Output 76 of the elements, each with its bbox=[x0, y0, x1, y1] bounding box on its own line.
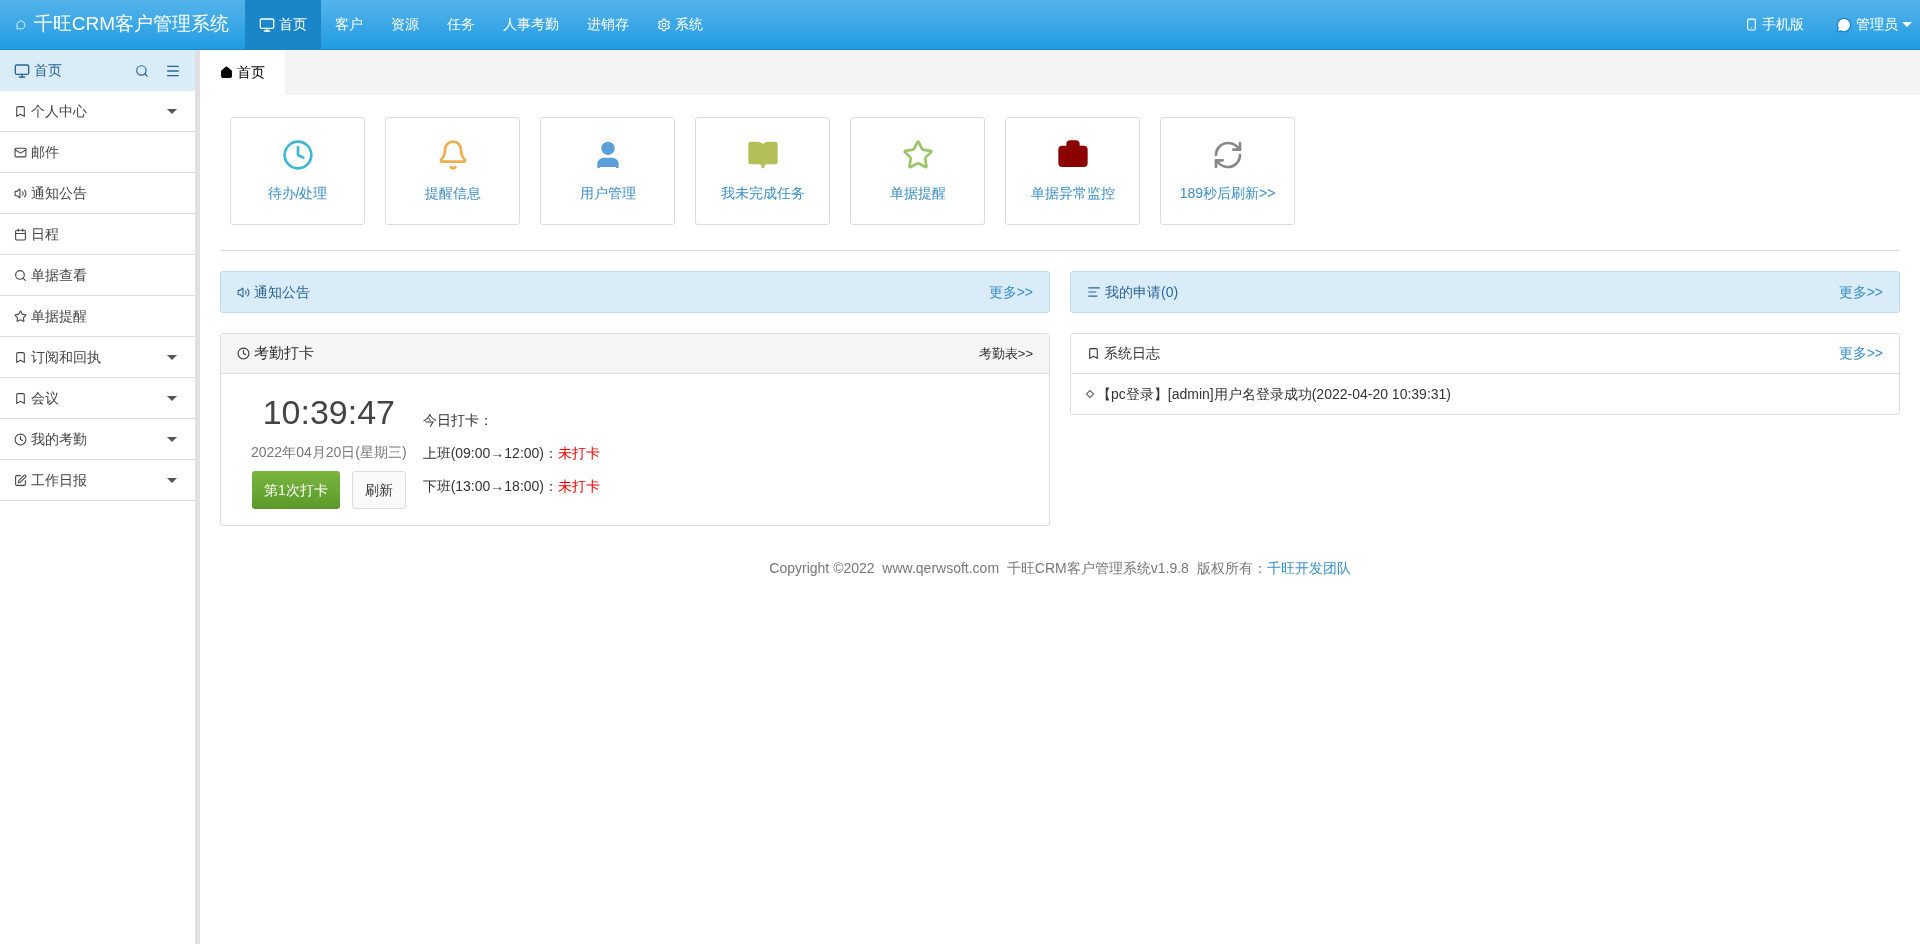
sidebar-item[interactable]: 日程 bbox=[0, 214, 195, 255]
app-title: 千旺CRM客户管理系统 bbox=[33, 12, 229, 37]
shift-label: 上班(09:00→12:00)： bbox=[422, 444, 559, 463]
nav-tab[interactable]: 系统 bbox=[643, 0, 717, 49]
sidebar-item[interactable]: 会议 bbox=[0, 378, 195, 419]
clock-time: 10:39:47 bbox=[262, 392, 395, 433]
date-text: 2022年04月20日(星期三) bbox=[251, 443, 407, 462]
shortcut-card[interactable]: 单据异常监控 bbox=[1005, 117, 1140, 225]
shift-label: 下班(13:00→18:00)： bbox=[422, 477, 559, 496]
copyright-text: Copyright ©2022 www.qerwsoft.com 千旺CRM客户管理系统v1.9.8 版权所有： bbox=[769, 559, 1267, 578]
search-icon bbox=[14, 268, 27, 282]
sidebar-title: 首页 bbox=[34, 61, 62, 80]
clock-icon bbox=[237, 347, 250, 360]
phone-icon bbox=[1745, 18, 1758, 31]
speaker-icon bbox=[237, 285, 250, 299]
sidebar-item[interactable]: 我的考勤 bbox=[0, 419, 195, 460]
nav-tab[interactable]: 任务 bbox=[433, 0, 489, 49]
monitor-icon bbox=[14, 62, 30, 79]
calendar-icon bbox=[14, 227, 27, 241]
panel-title: 我的申请(0) bbox=[1105, 282, 1180, 302]
nav-tab[interactable]: 客户 bbox=[321, 0, 377, 49]
sidebar-item[interactable]: 工作日报 bbox=[0, 460, 195, 501]
team-link[interactable]: 千旺开发团队 bbox=[1266, 558, 1351, 579]
list-icon bbox=[1087, 285, 1101, 299]
panel-title: 系统日志 bbox=[1104, 344, 1161, 363]
shortcut-card[interactable]: 189秒后刷新>> bbox=[1160, 117, 1295, 225]
more-link[interactable]: 更多>> bbox=[1838, 343, 1883, 364]
bookmark-icon bbox=[1087, 347, 1100, 360]
pencil-icon bbox=[14, 473, 27, 487]
sidebar-item[interactable]: 个人中心 bbox=[0, 91, 195, 132]
sidebar-item[interactable]: 订阅和回执 bbox=[0, 337, 195, 378]
caret-icon bbox=[167, 108, 177, 114]
shortcut-card[interactable]: 我未完成任务 bbox=[695, 117, 830, 225]
today-label: 今日打卡： bbox=[422, 411, 494, 430]
monitor-icon bbox=[259, 16, 275, 33]
more-link[interactable]: 更多>> bbox=[988, 281, 1033, 303]
envelope-icon bbox=[14, 145, 27, 159]
nav-tab[interactable]: 首页 bbox=[245, 0, 321, 49]
page-tab[interactable]: 首页 bbox=[200, 50, 285, 95]
star-icon bbox=[14, 309, 27, 323]
timesheet-link[interactable]: 考勤表>> bbox=[978, 343, 1033, 364]
nav-tab[interactable]: 进销存 bbox=[573, 0, 643, 49]
refresh-button[interactable]: 刷新 bbox=[351, 471, 406, 509]
bookmark-icon bbox=[14, 104, 27, 118]
sidebar-item[interactable]: 通知公告 bbox=[0, 173, 195, 214]
more-link[interactable]: 更多>> bbox=[1838, 281, 1883, 303]
log-entry: 【pc登录】[admin]用户名登录成功(2022-04-20 10:39:31) bbox=[1097, 384, 1452, 404]
sidebar-item[interactable]: 单据查看 bbox=[0, 255, 195, 296]
shortcut-card[interactable]: 单据提醒 bbox=[850, 117, 985, 225]
bookmark-icon bbox=[14, 391, 27, 405]
avatar-icon bbox=[1836, 16, 1852, 33]
shortcut-card[interactable]: 提醒信息 bbox=[385, 117, 520, 225]
sidebar-item[interactable]: 邮件 bbox=[0, 132, 195, 173]
caret-icon bbox=[167, 477, 177, 483]
speaker-icon bbox=[14, 186, 27, 200]
nav-tab[interactable]: 资源 bbox=[377, 0, 433, 49]
gear-icon bbox=[657, 17, 671, 32]
caret-icon bbox=[167, 436, 177, 442]
panel-title: 考勤打卡 bbox=[254, 343, 315, 364]
shift-status: 未打卡 bbox=[558, 477, 601, 496]
shift-status: 未打卡 bbox=[558, 444, 601, 463]
caret-icon bbox=[167, 354, 177, 360]
search-icon[interactable] bbox=[135, 63, 149, 78]
bookmark-icon bbox=[14, 350, 27, 364]
punch-button[interactable]: 第1次打卡 bbox=[251, 471, 340, 509]
clock-icon bbox=[14, 432, 27, 446]
mobile-link[interactable]: 手机版 bbox=[1729, 0, 1820, 49]
caret-icon bbox=[167, 395, 177, 401]
user-menu[interactable]: 管理员 bbox=[1820, 0, 1920, 49]
panel-title: 通知公告 bbox=[254, 282, 311, 302]
caret-icon bbox=[1902, 22, 1912, 27]
nav-tab[interactable]: 人事考勤 bbox=[489, 0, 573, 49]
sidebar-item[interactable]: 单据提醒 bbox=[0, 296, 195, 337]
home-icon bbox=[220, 66, 233, 79]
shortcut-card[interactable]: 待办/处理 bbox=[230, 117, 365, 225]
shortcut-card[interactable]: 用户管理 bbox=[540, 117, 675, 225]
